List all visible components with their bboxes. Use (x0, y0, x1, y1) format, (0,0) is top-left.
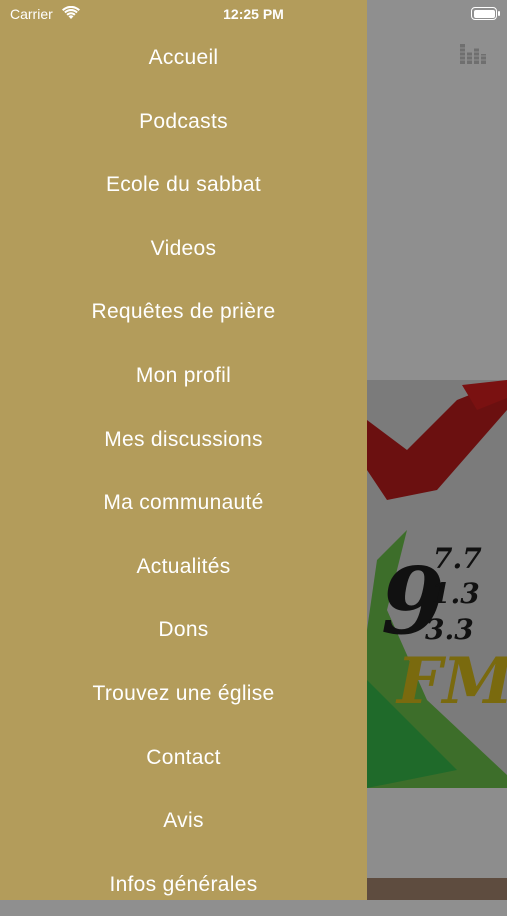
battery-icon (471, 7, 500, 20)
status-bar: Carrier 12:25 PM (0, 0, 507, 30)
fm-label: FM (397, 644, 507, 719)
menu-item-mes-discussions[interactable]: Mes discussions (0, 408, 367, 472)
menu-item-videos[interactable]: Videos (0, 217, 367, 281)
menu-item-contact[interactable]: Contact (0, 726, 367, 790)
radio-banner-image: 9 7.7 1.3 3.3 FM (367, 380, 507, 788)
background-strip (367, 788, 507, 878)
menu-item-dons[interactable]: Dons (0, 598, 367, 662)
menu-item-ecole-du-sabbat[interactable]: Ecole du sabbat (0, 153, 367, 217)
menu-item-requetes-de-priere[interactable]: Requêtes de prière (0, 280, 367, 344)
menu-item-ma-communaute[interactable]: Ma communauté (0, 471, 367, 535)
menu-item-mon-profil[interactable]: Mon profil (0, 344, 367, 408)
frequency-line-2: 1.3 (431, 577, 480, 610)
menu-item-infos-generales[interactable]: Infos générales (0, 853, 367, 916)
equalizer-icon[interactable] (459, 40, 489, 64)
menu-item-avis[interactable]: Avis (0, 789, 367, 853)
background-bottom-image (367, 878, 507, 900)
menu-item-trouvez-une-eglise[interactable]: Trouvez une église (0, 662, 367, 726)
menu-item-accueil[interactable]: Accueil (0, 26, 367, 90)
menu-item-podcasts[interactable]: Podcasts (0, 90, 367, 154)
menu-item-actualites[interactable]: Actualités (0, 535, 367, 599)
status-time: 12:25 PM (223, 6, 284, 22)
drawer-menu: Accueil Podcasts Ecole du sabbat Videos … (0, 26, 367, 916)
side-drawer: Accueil Podcasts Ecole du sabbat Videos … (0, 0, 367, 900)
frequency-line-3: 3.3 (425, 613, 474, 646)
frequency-line-1: 7.7 (433, 542, 482, 575)
